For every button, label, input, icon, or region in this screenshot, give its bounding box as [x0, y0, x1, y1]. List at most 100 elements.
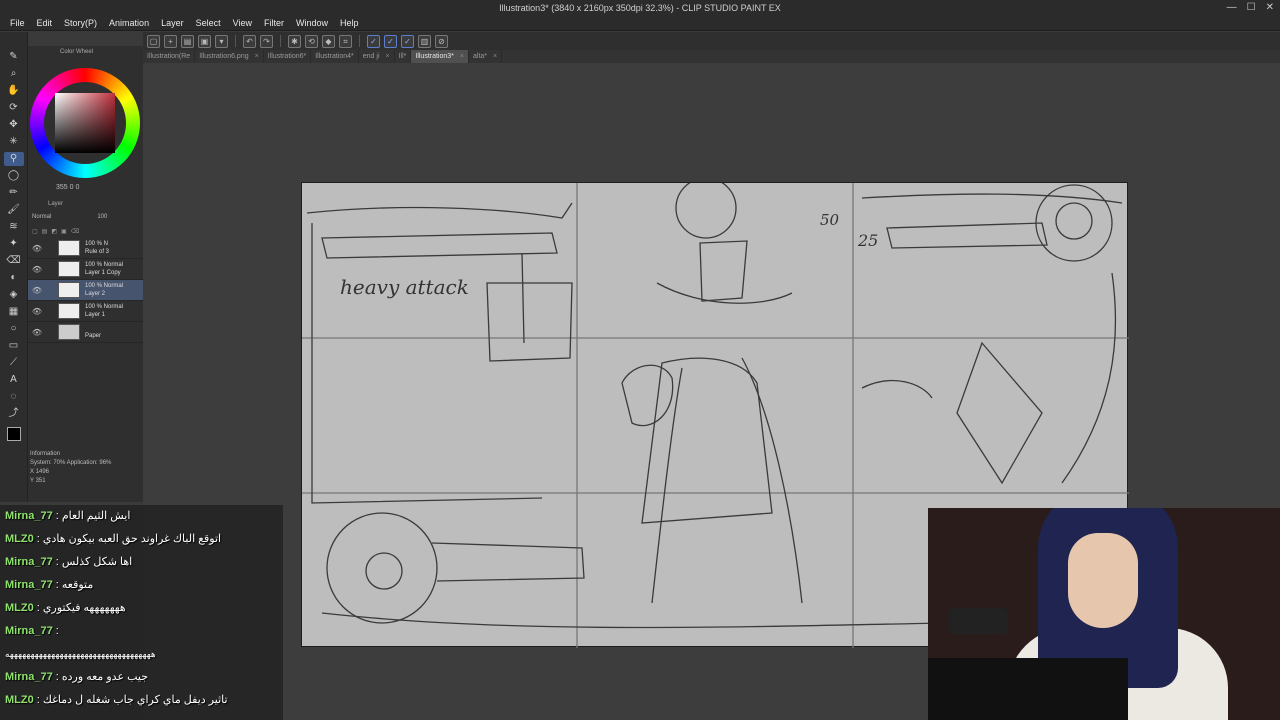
eye-icon[interactable]: 👁	[31, 244, 43, 253]
move-icon[interactable]: ✥	[4, 118, 24, 132]
information-panel: Information System: 70% Application: 96%…	[28, 448, 143, 502]
text-icon[interactable]: A	[4, 373, 24, 387]
doc-tab[interactable]: Illustration6.png ×	[195, 50, 264, 63]
layer-row[interactable]: 👁 Paper	[28, 322, 143, 343]
layer-row[interactable]: 👁 100 % Normal Layer 1 Copy	[28, 259, 143, 280]
doc-tab[interactable]: Illustration4*	[311, 50, 359, 63]
color-wheel-title: Color Wheel	[60, 49, 94, 55]
eraser-icon[interactable]: ⌫	[4, 254, 24, 268]
open-icon[interactable]: ▤	[181, 34, 194, 48]
layer-info: 100 % Normal Layer 2	[85, 282, 123, 298]
panel-icon[interactable]: ▥	[418, 34, 431, 48]
menu-view[interactable]: View	[227, 16, 258, 30]
zoom-icon[interactable]: ⌕	[4, 67, 24, 81]
pen-icon[interactable]: ✎	[4, 50, 24, 64]
save-icon[interactable]: ▣	[198, 34, 211, 48]
mask-icon[interactable]: ◩	[51, 228, 57, 235]
fill-bucket-icon[interactable]: ◈	[4, 288, 24, 302]
menu-filter[interactable]: Filter	[258, 16, 290, 30]
separator	[235, 35, 236, 47]
opacity-value[interactable]: 100	[97, 214, 107, 220]
chat-separator: :	[52, 579, 62, 591]
menu-window[interactable]: Window	[290, 16, 334, 30]
new-file-icon[interactable]: ▢	[147, 34, 160, 48]
streamer-avatar-overlay	[928, 508, 1280, 720]
delete-icon[interactable]: ⌫	[71, 228, 79, 235]
chat-separator: :	[52, 556, 62, 568]
undo-icon[interactable]: ↶	[243, 34, 256, 48]
doc-tab[interactable]: alta* ×	[469, 50, 503, 63]
lock-icon[interactable]: ▣	[61, 228, 67, 235]
eye-icon[interactable]: 👁	[31, 307, 43, 316]
layer-name: Rule of 3	[85, 249, 110, 255]
doc-tab[interactable]: end ji ×	[359, 50, 395, 63]
layer-opacity-mode: 100 % Normal	[85, 304, 124, 310]
saturation-value-square[interactable]	[55, 93, 115, 153]
brush-icon[interactable]: 🖌	[4, 203, 24, 217]
avatar-face	[1068, 533, 1138, 628]
blend-icon[interactable]: ◐	[4, 271, 24, 285]
color-wheel-panel: Color Wheel 355 0 0	[28, 46, 143, 196]
info-y: Y 351	[30, 478, 46, 484]
menu-bar: File Edit Story(P) Animation Layer Selec…	[4, 16, 365, 30]
rotate-icon[interactable]: ⟳	[4, 101, 24, 115]
doc-tab[interactable]: Illustration6*	[264, 50, 312, 63]
minimize-button[interactable]: —	[1227, 2, 1237, 13]
chat-text: هههههههههههههههههههههههههههههههههههه	[5, 649, 156, 659]
blend-mode-select[interactable]: Normal	[32, 214, 51, 220]
close-button[interactable]: ✕	[1266, 2, 1274, 13]
menu-help[interactable]: Help	[334, 16, 365, 30]
crop-icon[interactable]: ⌗	[339, 34, 352, 48]
lasso-icon[interactable]: ◯	[4, 169, 24, 183]
doc-tab[interactable]: Ill*	[395, 50, 412, 63]
menu-story[interactable]: Story(P)	[58, 16, 103, 30]
new-icon[interactable]: +	[164, 34, 177, 48]
folder-icon[interactable]: ▤	[42, 228, 48, 235]
fill-icon[interactable]: ◆	[322, 34, 335, 48]
new-layer-icon[interactable]: ▢	[32, 228, 38, 235]
close-icon[interactable]: ×	[255, 50, 259, 63]
doc-tab[interactable]: Illustration(Re	[143, 50, 196, 63]
settings-icon[interactable]: ✱	[288, 34, 301, 48]
export-icon[interactable]: ▾	[215, 34, 228, 48]
window-title: Illustration3* (3840 x 2160px 350dpi 32.…	[499, 3, 781, 13]
hand-icon[interactable]: ✋	[4, 84, 24, 98]
layer-row[interactable]: 👁 100 % Normal Layer 1	[28, 301, 143, 322]
eye-icon[interactable]: 👁	[31, 265, 43, 274]
layer-row[interactable]: 👁 100 % N Rule of 3	[28, 238, 143, 259]
main-color-swatch[interactable]	[6, 427, 21, 441]
menu-edit[interactable]: Edit	[31, 16, 59, 30]
stabilize-icon-2[interactable]: ✓	[384, 34, 397, 48]
menu-select[interactable]: Select	[190, 16, 227, 30]
stabilize-icon-1[interactable]: ✓	[367, 34, 380, 48]
gradient-icon[interactable]: ▦	[4, 305, 24, 319]
eye-icon[interactable]: 👁	[31, 328, 43, 337]
transform-icon[interactable]: ⟲	[305, 34, 318, 48]
layer-info: 100 % N Rule of 3	[85, 240, 109, 256]
layer-row-selected[interactable]: 👁 100 % Normal Layer 2	[28, 280, 143, 301]
maximize-button[interactable]: ☐	[1247, 2, 1256, 13]
menu-layer[interactable]: Layer	[155, 16, 190, 30]
close-icon[interactable]: ×	[386, 50, 390, 63]
chat-separator: :	[33, 602, 43, 614]
stabilize-icon-3[interactable]: ✓	[401, 34, 414, 48]
wand-icon[interactable]: ✳	[4, 135, 24, 149]
menu-file[interactable]: File	[4, 16, 31, 30]
close-icon[interactable]: ×	[493, 50, 497, 63]
frame-icon[interactable]: ▭	[4, 339, 24, 353]
info-y-value: 351	[35, 478, 46, 484]
eye-icon[interactable]: 👁	[31, 286, 43, 295]
airbrush-icon[interactable]: ≋	[4, 220, 24, 234]
eyedropper-icon[interactable]: ⚲	[3, 152, 24, 166]
redo-icon[interactable]: ↷	[260, 34, 273, 48]
close-icon[interactable]: ×	[460, 50, 464, 63]
ruler-icon[interactable]: ⊘	[435, 34, 448, 48]
ruler-tool-icon[interactable]: ⟋	[4, 356, 24, 370]
doc-tab-active[interactable]: Illustration3* ×	[411, 50, 469, 63]
figure-icon[interactable]: ○	[4, 322, 24, 336]
balloon-icon[interactable]: ◌	[4, 390, 24, 404]
decoration-icon[interactable]: ✦	[4, 237, 24, 251]
menu-animation[interactable]: Animation	[103, 16, 155, 30]
correct-line-icon[interactable]: ⤴	[4, 407, 24, 421]
pencil-icon[interactable]: ✏	[4, 186, 24, 200]
